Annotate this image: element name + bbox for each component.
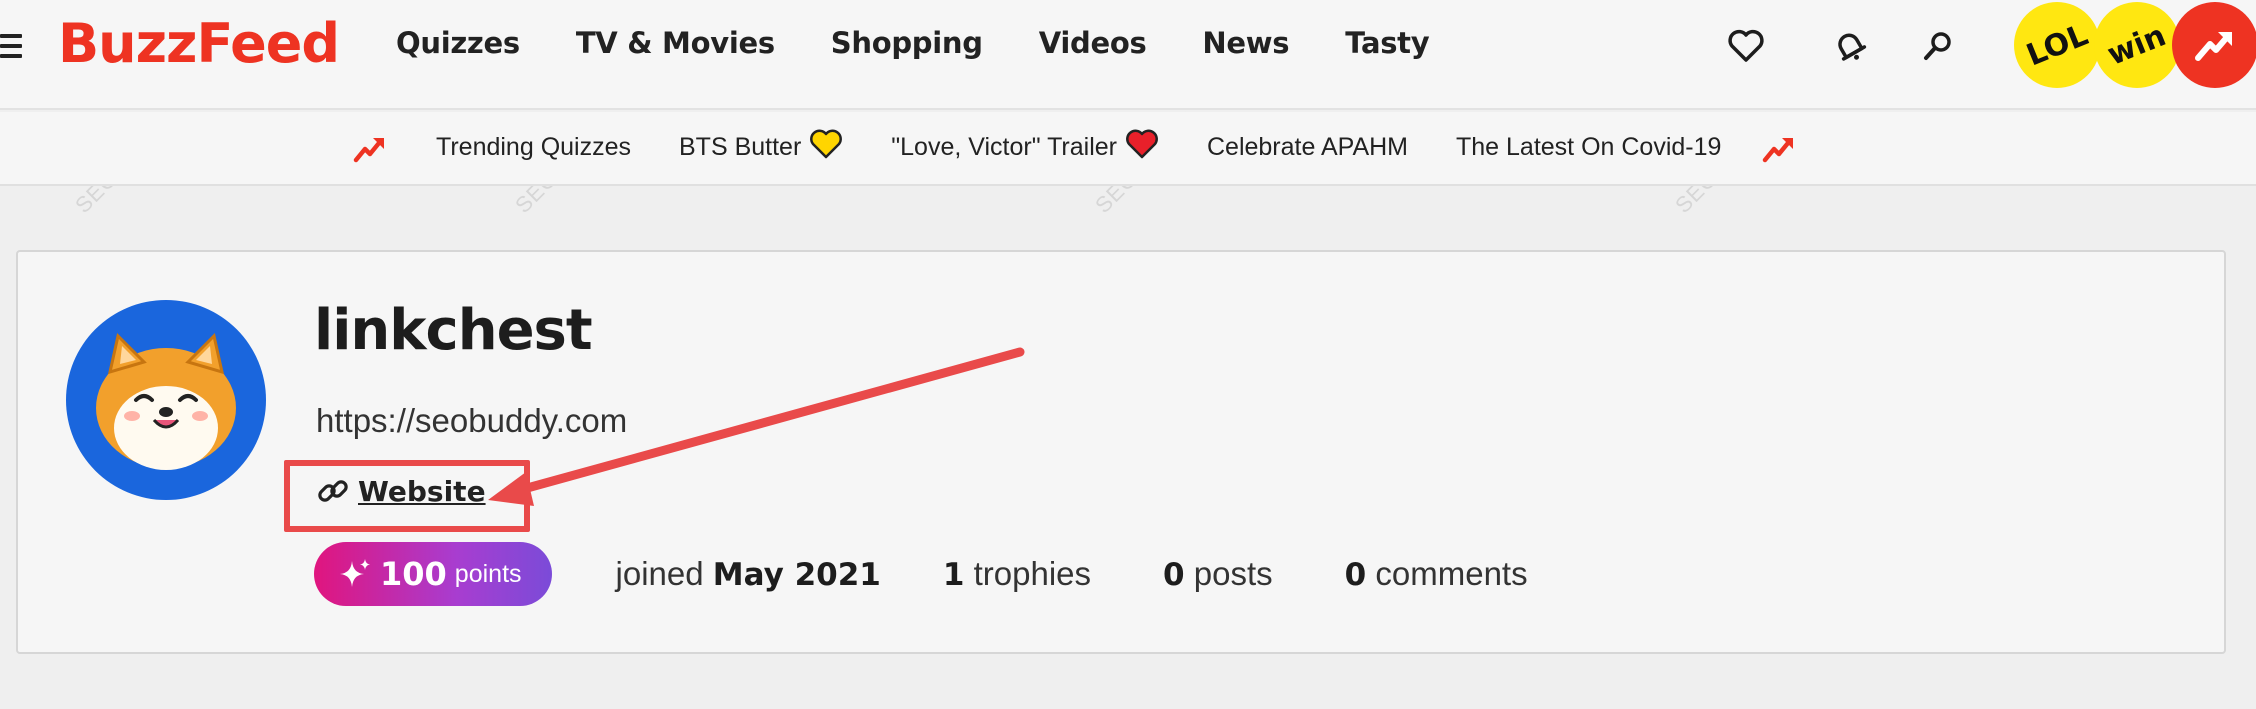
profile-card: linkchest https://seobuddy.com Website 1… [16,250,2226,654]
trophies-count: 1 [942,557,965,593]
joined-date: May 2021 [712,557,881,593]
nav-link-quizzes[interactable]: Quizzes [396,26,520,60]
trending-item-bts-butter[interactable]: BTS Butter [679,129,843,166]
comments-count: 0 [1344,557,1367,593]
annotation-highlight-box [284,460,530,532]
buzzfeed-logo[interactable]: BuzzFeed [58,12,340,75]
menu-icon[interactable] [0,34,22,58]
posts-count: 0 [1163,557,1185,593]
nav-link-tv-movies[interactable]: TV & Movies [576,26,775,60]
points-value: 100 [380,555,447,593]
nav-link-tasty[interactable]: Tasty [1345,26,1429,60]
sparkle-icon [340,559,370,587]
nav-link-news[interactable]: News [1202,26,1289,60]
nav-link-videos[interactable]: Videos [1039,26,1147,60]
heart-icon[interactable] [1726,26,1766,66]
trending-item-label: BTS Butter [679,133,802,161]
profile-username: linkchest [314,298,593,363]
nav-link-shopping[interactable]: Shopping [831,26,983,60]
avatar [66,300,266,500]
trending-item-label: Trending Quizzes [436,133,631,161]
trophies-label: trophies [973,555,1092,592]
trending-bar: Trending Quizzes BTS Butter "Love, Victo… [0,112,2256,186]
search-icon[interactable] [1918,26,1958,66]
comments-stat[interactable]: 0 comments [1345,555,1528,593]
trending-item-covid[interactable]: The Latest On Covid-19 [1456,133,1721,162]
profile-bio: https://seobuddy.com [316,402,628,439]
points-unit: points [454,559,522,588]
win-badge[interactable]: win [2094,2,2180,88]
bell-icon[interactable] [1830,26,1870,66]
trending-arrow-icon [352,130,388,166]
trending-arrow-icon [1761,130,1797,166]
top-navigation: BuzzFeed Quizzes TV & Movies Shopping Vi… [0,0,2256,110]
trending-item-label: "Love, Victor" Trailer [891,133,1117,161]
joined-stat: joined May 2021 [616,555,881,593]
trending-list: Trending Quizzes BTS Butter "Love, Victo… [352,129,1797,166]
lol-badge-label: LOL [2021,17,2093,73]
trending-item-label: The Latest On Covid-19 [1456,133,1722,161]
win-badge-label: win [2102,17,2172,73]
main-nav: Quizzes TV & Movies Shopping Videos News… [396,26,1485,60]
yellow-heart-icon [809,129,843,166]
joined-label: joined [615,555,704,592]
trending-item-label: Celebrate APAHM [1206,133,1408,161]
trending-item-quizzes[interactable]: Trending Quizzes [436,133,631,162]
posts-stat[interactable]: 0 posts [1163,555,1273,593]
trending-badge[interactable] [2172,2,2256,88]
red-heart-icon [1125,129,1159,166]
lol-badge[interactable]: LOL [2014,2,2100,88]
points-badge[interactable]: 100 points [314,542,552,606]
pomeranian-avatar-image [96,333,236,470]
profile-stats: 100 points joined May 2021 1 trophies 0 … [314,542,1528,606]
comments-label: comments [1375,555,1528,592]
trending-item-apahm[interactable]: Celebrate APAHM [1207,133,1408,162]
trending-arrow-icon [2195,32,2232,61]
posts-label: posts [1193,555,1273,592]
trophies-stat[interactable]: 1 trophies [943,555,1091,593]
trending-item-love-victor[interactable]: "Love, Victor" Trailer [891,129,1159,166]
